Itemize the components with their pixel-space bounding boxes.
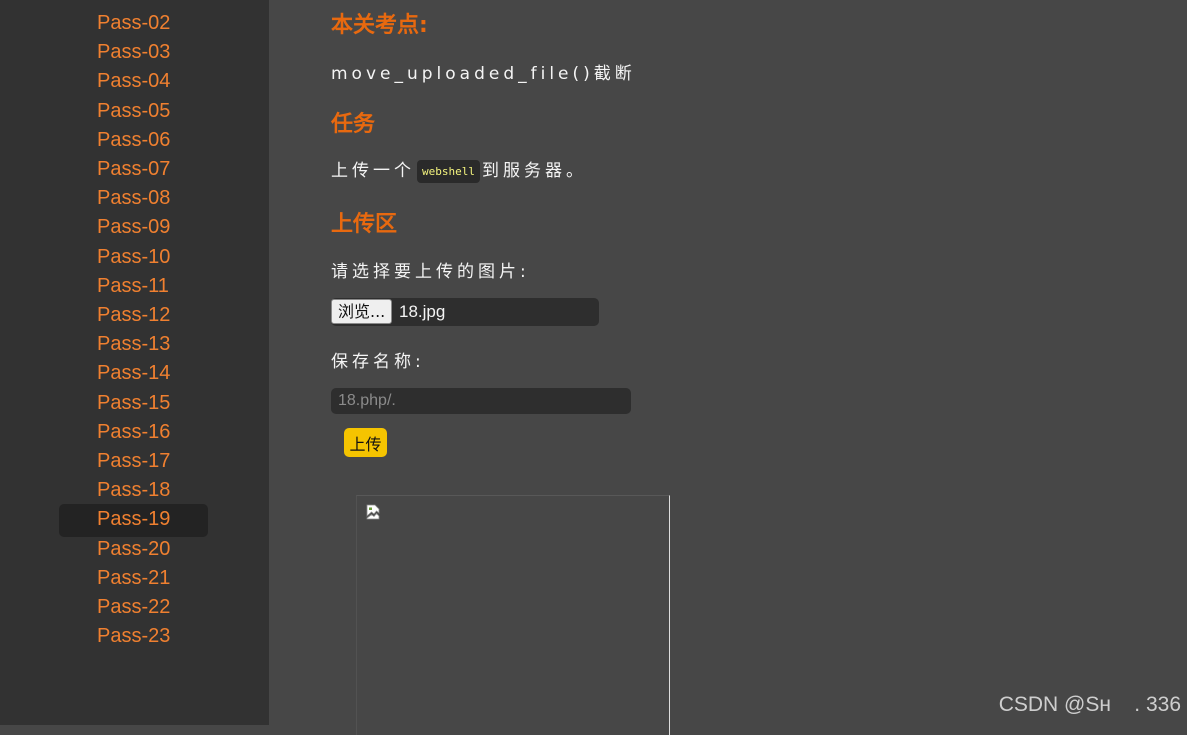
sidebar-item-pass-20[interactable]: Pass-20	[59, 534, 208, 567]
sidebar-item-pass-11[interactable]: Pass-11	[59, 271, 208, 304]
upload-heading: 上传区	[331, 206, 397, 238]
sidebar-item-pass-22[interactable]: Pass-22	[59, 592, 208, 625]
main-content: 本关考点: move_uploaded_file()截断 任务 上传一个webs…	[331, 0, 1171, 725]
csdn-watermark: CSDN @Sн . 336	[999, 693, 1181, 717]
choose-image-label: 请选择要上传的图片:	[331, 257, 530, 282]
save-name-label: 保存名称:	[331, 347, 425, 372]
sidebar-item-pass-07[interactable]: Pass-07	[59, 154, 208, 187]
sidebar-item-pass-12[interactable]: Pass-12	[59, 300, 208, 333]
task-text-before: 上传一个	[331, 161, 415, 181]
sidebar-item-pass-09[interactable]: Pass-09	[59, 212, 208, 245]
sidebar-item-pass-05[interactable]: Pass-05	[59, 96, 208, 129]
sidebar-item-pass-21[interactable]: Pass-21	[59, 563, 208, 596]
selected-file-name: 18.jpg	[399, 302, 445, 322]
sidebar-item-pass-03[interactable]: Pass-03	[59, 37, 208, 70]
image-preview	[356, 495, 670, 735]
sidebar-item-pass-19[interactable]: Pass-19	[59, 504, 208, 537]
task-text-after: 到服务器。	[482, 161, 587, 181]
sidebar-nav: Pass-02Pass-03Pass-04Pass-05Pass-06Pass-…	[59, 8, 208, 650]
sidebar-item-pass-13[interactable]: Pass-13	[59, 329, 208, 362]
save-name-input[interactable]	[331, 388, 631, 414]
task-code: webshell	[417, 160, 480, 183]
sidebar-item-pass-08[interactable]: Pass-08	[59, 183, 208, 216]
sidebar-item-pass-14[interactable]: Pass-14	[59, 358, 208, 391]
upload-button[interactable]: 上传	[344, 428, 387, 457]
sidebar-item-pass-10[interactable]: Pass-10	[59, 242, 208, 275]
sidebar: Pass-02Pass-03Pass-04Pass-05Pass-06Pass-…	[0, 0, 269, 725]
sidebar-item-pass-06[interactable]: Pass-06	[59, 125, 208, 158]
task-text: 上传一个webshell到服务器。	[331, 156, 587, 183]
sidebar-item-pass-23[interactable]: Pass-23	[59, 621, 208, 654]
sidebar-item-pass-18[interactable]: Pass-18	[59, 475, 208, 508]
broken-image-icon	[365, 504, 381, 520]
sidebar-item-pass-16[interactable]: Pass-16	[59, 417, 208, 450]
checkpoint-text: move_uploaded_file()截断	[331, 59, 636, 84]
sidebar-item-pass-15[interactable]: Pass-15	[59, 388, 208, 421]
sidebar-item-pass-17[interactable]: Pass-17	[59, 446, 208, 479]
browse-button[interactable]: 浏览...	[331, 299, 392, 324]
sidebar-item-pass-04[interactable]: Pass-04	[59, 66, 208, 99]
sidebar-item-pass-02[interactable]: Pass-02	[59, 8, 208, 41]
checkpoint-heading: 本关考点:	[331, 7, 428, 39]
task-heading: 任务	[331, 106, 375, 138]
file-input[interactable]: 浏览... 18.jpg	[331, 298, 599, 326]
